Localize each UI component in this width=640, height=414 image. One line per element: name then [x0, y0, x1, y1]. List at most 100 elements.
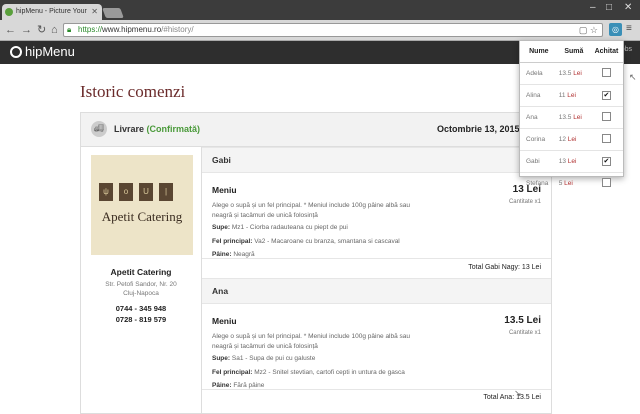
amount: 5 Lei	[557, 172, 590, 194]
person-name: Ana	[520, 106, 558, 129]
currency: Lei	[567, 92, 576, 99]
item-option-soup: Supe: Sa1 - Supa de pui cu galuste	[212, 355, 315, 362]
currency: Lei	[573, 114, 582, 121]
page-title: Istoric comenzi	[80, 82, 186, 101]
restaurant-panel: ψ o U | Apetit Catering Apetit Catering Str…	[81, 147, 202, 413]
delivery-status: Livrare (Confirmată)	[114, 124, 200, 134]
close-tab-icon[interactable]: ✕	[91, 4, 98, 20]
paid-checkbox[interactable]	[601, 68, 611, 77]
status-badge: (Confirmată)	[146, 124, 201, 134]
restaurant-phone: 0728 - 819 579	[115, 315, 167, 324]
amount-value: 13	[558, 158, 566, 165]
person-name: Ana	[212, 286, 229, 296]
person-name: Stefana	[520, 172, 558, 194]
amount: 13.5 Lei	[557, 106, 590, 129]
amount-value: 13.5	[558, 70, 572, 77]
table-row: Alina 11 Lei ✔	[520, 84, 623, 107]
person-name: Alina	[520, 84, 558, 107]
browser-toolbar: ← → ↻ ⌂ 🔒︎ https://www.hipmenu.ro/#histo…	[0, 20, 640, 41]
person-header: Gabi	[202, 147, 551, 173]
amount-value: 13.5	[558, 114, 572, 121]
extension-icon[interactable]: ◎	[609, 23, 622, 36]
item-title: Meniu	[212, 185, 237, 195]
option-value: Fără pâine	[233, 382, 265, 389]
restaurant-phone: 0744 - 345 948	[115, 304, 167, 313]
table-row: Ana 13.5 Lei	[520, 106, 623, 129]
minimize-icon[interactable]: –	[590, 2, 596, 13]
delivery-label: Livrare	[114, 124, 145, 134]
home-icon[interactable]: ⌂	[51, 23, 58, 37]
item-description: Alege o supă și un fel principal. * Meni…	[212, 333, 411, 350]
paid-checkbox[interactable]	[601, 112, 611, 121]
person-name: Gabi	[212, 155, 231, 165]
reload-icon[interactable]: ↻	[37, 23, 46, 37]
item-option-bread: Pâine: Neagră	[212, 251, 255, 258]
restaurant-logo-text: Apetit Catering	[101, 209, 183, 224]
person-header: Ana	[202, 278, 551, 304]
maximize-icon[interactable]: □	[606, 2, 612, 13]
currency: Lei	[564, 180, 573, 187]
order-card: 🚚︎ Livrare (Confirmată) Octombrie 13, 20…	[80, 112, 552, 414]
order-date: Octombrie 13, 2015	[437, 124, 520, 134]
address-bar[interactable]: 🔒︎ https://www.hipmenu.ro/#history/ ▢ ☆	[63, 23, 603, 37]
order-header: 🚚︎ Livrare (Confirmată) Octombrie 13, 20…	[81, 113, 551, 147]
option-label: Supe:	[212, 355, 231, 362]
option-label: Fel principal:	[212, 369, 253, 376]
paid-checkbox[interactable]	[601, 134, 611, 143]
option-label: Pâine:	[212, 251, 232, 258]
hipmenu-logo[interactable]: hipMenu	[10, 44, 75, 60]
paste-icon[interactable]: ▢	[579, 25, 588, 35]
url-host: www.hipmenu.ro	[102, 25, 162, 34]
column-header-paid: Achitat	[589, 41, 623, 63]
new-tab-button[interactable]	[102, 8, 124, 18]
menu-icon[interactable]: ≡	[626, 23, 632, 34]
bowl-icon: U	[139, 183, 153, 201]
item-quantity: Cantitate x1	[508, 199, 541, 205]
person-total: Total Gabi Nagy: 13 Lei	[468, 264, 541, 271]
amount-value: 12	[558, 136, 566, 143]
table-row: Adela 13.5 Lei	[520, 62, 623, 85]
lock-icon: 🔒︎	[67, 25, 72, 34]
logo-text: hipMenu	[25, 44, 75, 59]
item-description: Alege o supă și un fel principal. * Meni…	[212, 202, 411, 219]
item-option-main: Fel principal: Mz2 - Snitel stevtian, ca…	[212, 369, 405, 376]
option-label: Pâine:	[212, 382, 232, 389]
forward-icon[interactable]: →	[21, 23, 32, 37]
restaurant-logo: ψ o U | Apetit Catering	[91, 155, 193, 255]
currency: Lei	[573, 70, 582, 77]
close-window-icon[interactable]: ✕	[624, 2, 632, 13]
paid-cell: ✔	[589, 84, 623, 107]
table-row: Stefana 5 Lei	[520, 172, 623, 194]
tab-title: hipMenu - Picture Your	[16, 8, 87, 15]
paid-checkbox[interactable]: ✔	[601, 91, 611, 100]
restaurant-name: Apetit Catering	[110, 267, 172, 277]
amount-value: 11	[558, 92, 566, 99]
option-value: Va2 - Macaroane cu branza, smantana si c…	[254, 238, 400, 245]
option-value: Neagră	[233, 251, 255, 258]
option-label: Fel principal:	[212, 238, 253, 245]
logo-mark-icon	[10, 46, 22, 58]
payment-table: Nume Sumă Achitat Adela 13.5 Lei Alina 11 L…	[520, 41, 623, 194]
amount: 13 Lei	[557, 150, 590, 173]
option-value: Mz2 - Snitel stevtian, cartofi cepti in …	[254, 369, 405, 376]
item-quantity: Cantitate x1	[508, 330, 541, 336]
paid-cell	[589, 62, 623, 85]
browser-tab[interactable]: hipMenu - Picture Your ✕	[2, 4, 102, 20]
item-option-soup: Supe: Mz1 - Ciorba radauteana cu piept d…	[212, 224, 348, 231]
paid-cell	[589, 106, 623, 129]
person-name: Gabi	[520, 150, 558, 173]
paid-checkbox[interactable]: ✔	[601, 157, 611, 166]
item-option-main: Fel principal: Va2 - Macaroane cu branza…	[212, 238, 400, 245]
back-icon[interactable]: ←	[5, 23, 16, 37]
amount: 11 Lei	[557, 84, 590, 107]
item-title: Meniu	[212, 316, 237, 326]
star-icon[interactable]: ☆	[590, 25, 598, 35]
scroll-down-icon[interactable]: ↘	[514, 388, 522, 399]
amount: 12 Lei	[557, 128, 590, 151]
spoon-icon: o	[119, 183, 133, 201]
paid-cell	[589, 128, 623, 151]
table-row: Gabi 13 Lei ✔	[520, 150, 623, 173]
scroll-up-icon[interactable]: ↖	[629, 72, 637, 83]
paid-checkbox[interactable]	[601, 178, 611, 187]
knife-icon: |	[159, 183, 173, 201]
